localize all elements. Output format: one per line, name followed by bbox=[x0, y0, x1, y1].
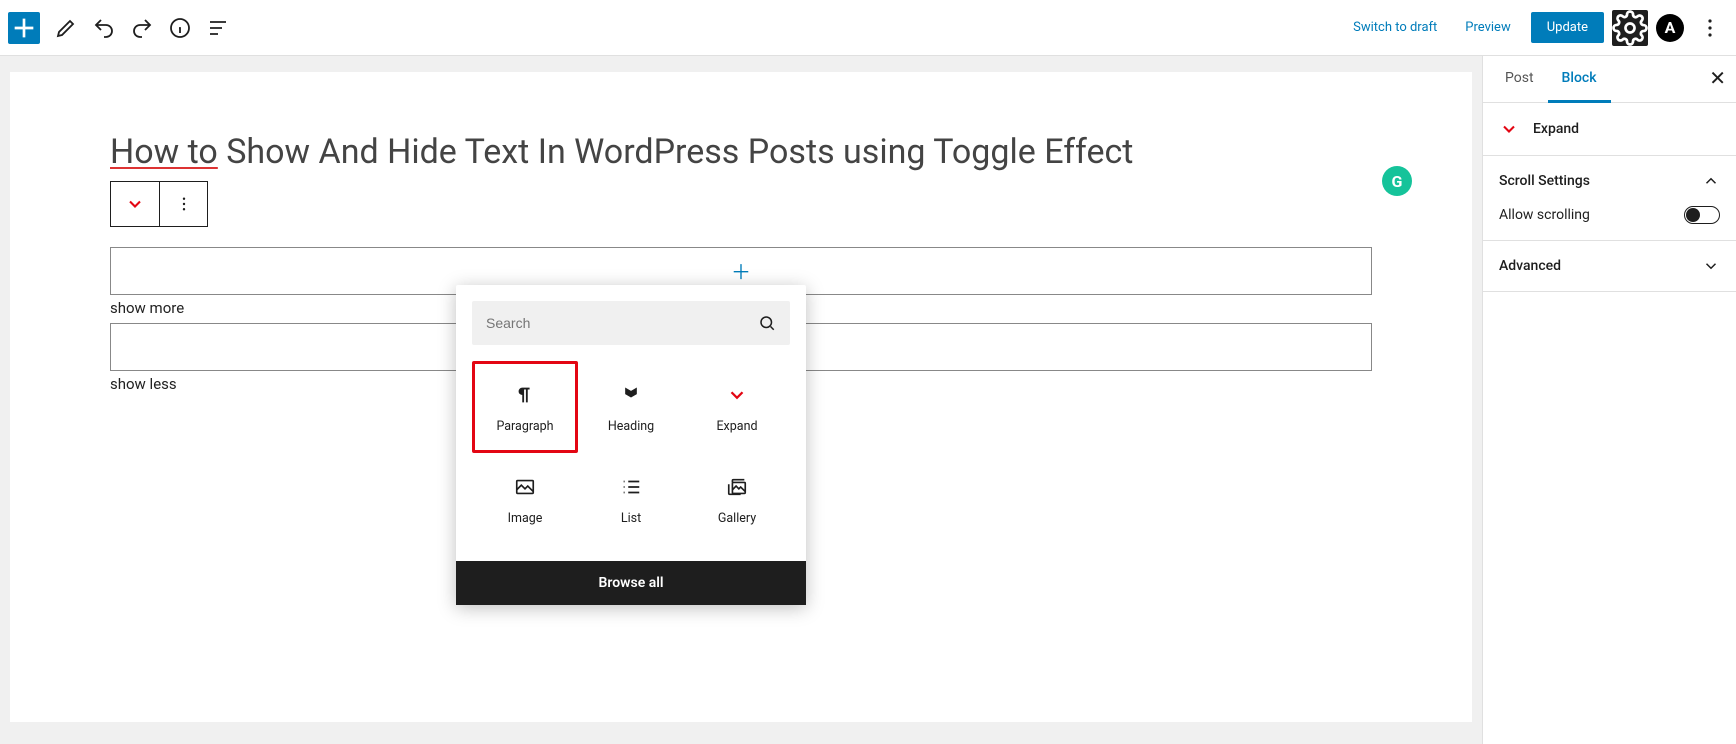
paragraph-icon bbox=[514, 381, 536, 409]
block-item-label: List bbox=[621, 511, 641, 526]
main-layout: How to Show And Hide Text In WordPress P… bbox=[0, 56, 1736, 744]
title-rest: Show And Hide Text In WordPress Posts us… bbox=[218, 132, 1134, 172]
block-item-list[interactable]: List bbox=[578, 453, 684, 545]
info-icon[interactable] bbox=[162, 10, 198, 46]
block-inserter-popover: Paragraph Heading Expand bbox=[456, 285, 806, 605]
block-item-label: Image bbox=[508, 511, 543, 526]
undo-icon[interactable] bbox=[86, 10, 122, 46]
close-sidebar-button[interactable]: ✕ bbox=[1709, 66, 1726, 90]
tab-block[interactable]: Block bbox=[1548, 56, 1611, 103]
search-icon[interactable] bbox=[758, 314, 776, 332]
allow-scrolling-toggle[interactable] bbox=[1684, 206, 1720, 224]
more-options-icon[interactable] bbox=[1692, 10, 1728, 46]
chevron-up-icon bbox=[1702, 172, 1720, 190]
browse-all-button[interactable]: Browse all bbox=[456, 561, 806, 605]
block-item-paragraph[interactable]: Paragraph bbox=[472, 361, 578, 453]
block-type-button[interactable] bbox=[111, 182, 159, 226]
expand-block-icon bbox=[1499, 119, 1519, 139]
scroll-settings-title: Scroll Settings bbox=[1499, 173, 1590, 189]
block-item-image[interactable]: Image bbox=[472, 453, 578, 545]
update-button[interactable]: Update bbox=[1531, 12, 1604, 43]
heading-icon bbox=[621, 381, 641, 409]
advanced-title: Advanced bbox=[1499, 258, 1561, 274]
editor-canvas: How to Show And Hide Text In WordPress P… bbox=[10, 72, 1472, 722]
chevron-down-icon bbox=[1702, 257, 1720, 275]
gallery-icon bbox=[726, 473, 748, 501]
astra-button[interactable]: A bbox=[1652, 10, 1688, 46]
toolbar-left bbox=[8, 10, 236, 46]
top-toolbar: Switch to draft Preview Update A bbox=[0, 0, 1736, 56]
block-item-label: Paragraph bbox=[496, 419, 553, 434]
image-icon bbox=[514, 473, 536, 501]
block-card: Expand bbox=[1483, 103, 1736, 156]
inserter-search bbox=[472, 301, 790, 345]
tab-post[interactable]: Post bbox=[1491, 56, 1548, 102]
block-item-heading[interactable]: Heading bbox=[578, 361, 684, 453]
settings-button[interactable] bbox=[1612, 10, 1648, 46]
scroll-settings-header[interactable]: Scroll Settings bbox=[1483, 156, 1736, 206]
toggle-knob bbox=[1686, 208, 1700, 222]
block-item-gallery[interactable]: Gallery bbox=[684, 453, 790, 545]
sidebar-tabs: Post Block ✕ bbox=[1483, 56, 1736, 103]
edit-mode-icon[interactable] bbox=[48, 10, 84, 46]
allow-scrolling-label: Allow scrolling bbox=[1499, 207, 1590, 223]
grammarly-icon[interactable]: G bbox=[1382, 166, 1412, 196]
editor-area: How to Show And Hide Text In WordPress P… bbox=[0, 56, 1482, 744]
toolbar-right: Switch to draft Preview Update A bbox=[1341, 10, 1728, 46]
scroll-settings-panel: Scroll Settings Allow scrolling bbox=[1483, 156, 1736, 241]
inserter-grid: Paragraph Heading Expand bbox=[456, 361, 806, 561]
add-block-button[interactable] bbox=[8, 12, 40, 44]
advanced-header[interactable]: Advanced bbox=[1483, 241, 1736, 291]
inserter-search-input[interactable] bbox=[486, 315, 758, 331]
block-toolbar bbox=[110, 181, 208, 227]
block-item-label: Expand bbox=[716, 419, 757, 434]
advanced-panel: Advanced bbox=[1483, 241, 1736, 292]
switch-to-draft-button[interactable]: Switch to draft bbox=[1341, 12, 1449, 43]
block-item-label: Gallery bbox=[718, 511, 756, 526]
block-item-label: Heading bbox=[608, 419, 654, 434]
list-icon bbox=[620, 473, 642, 501]
preview-button[interactable]: Preview bbox=[1453, 12, 1522, 43]
post-title[interactable]: How to Show And Hide Text In WordPress P… bbox=[110, 132, 1372, 173]
expand-icon bbox=[726, 381, 748, 409]
allow-scrolling-row: Allow scrolling bbox=[1483, 206, 1736, 240]
block-item-expand[interactable]: Expand bbox=[684, 361, 790, 453]
title-underlined-segment: How to bbox=[110, 132, 218, 172]
settings-sidebar: Post Block ✕ Expand Scroll Settings Allo… bbox=[1482, 56, 1736, 744]
redo-icon[interactable] bbox=[124, 10, 160, 46]
block-more-button[interactable] bbox=[159, 182, 207, 226]
plus-icon[interactable]: ＋ bbox=[731, 256, 751, 285]
block-card-title: Expand bbox=[1533, 121, 1579, 137]
outline-icon[interactable] bbox=[200, 10, 236, 46]
